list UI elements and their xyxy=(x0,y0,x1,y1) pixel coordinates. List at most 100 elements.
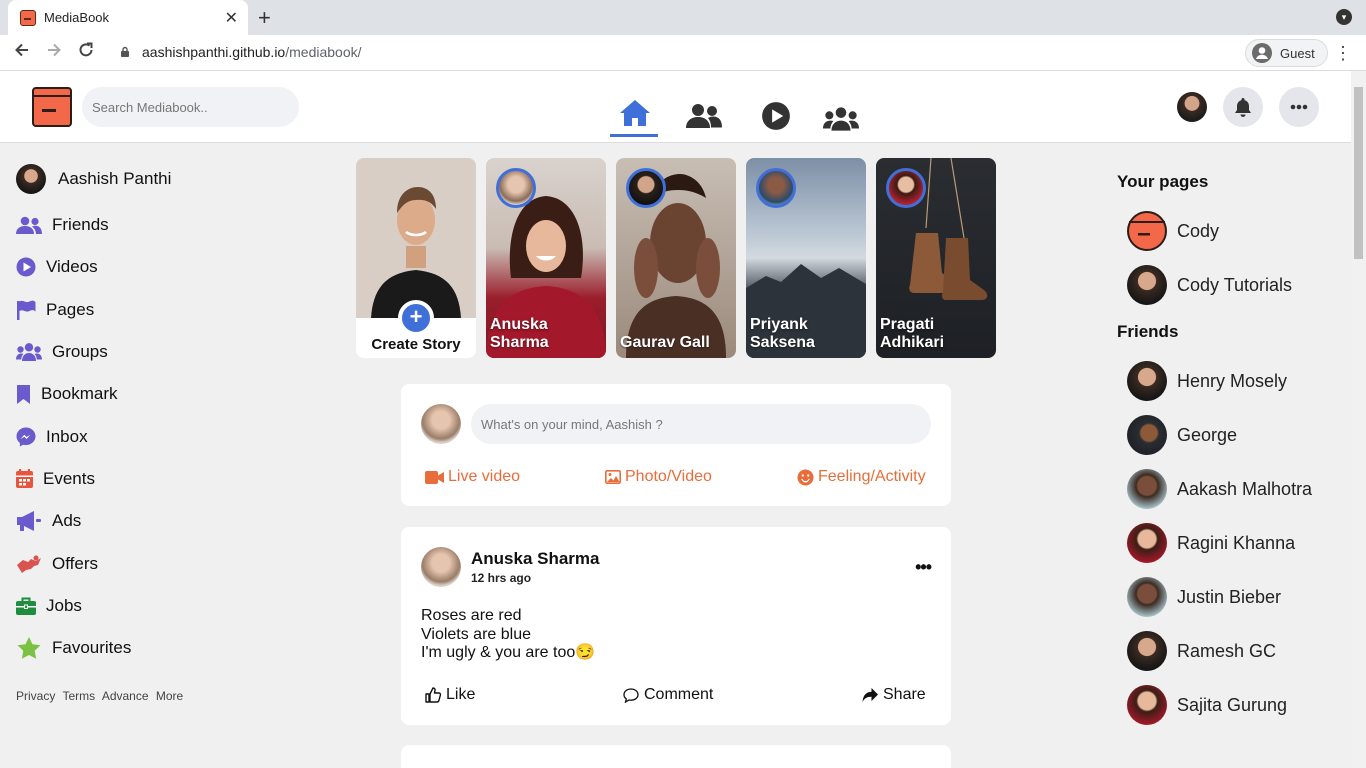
friends-icon[interactable] xyxy=(686,101,722,131)
sidebar-profile[interactable]: Aashish Panthi xyxy=(16,160,256,197)
sidebar-item-favourites[interactable]: Favourites xyxy=(16,627,256,669)
post-text: Roses are red Violets are blue I'm ugly … xyxy=(421,607,595,663)
story-card[interactable]: Gaurav Gall xyxy=(616,158,736,358)
like-button[interactable]: Like xyxy=(425,686,475,704)
url-path: /mediabook/ xyxy=(285,44,362,60)
friend-item[interactable]: Ragini Khanna xyxy=(1117,516,1337,570)
create-story-photo xyxy=(356,158,476,318)
notifications-button[interactable] xyxy=(1223,87,1263,127)
sidebar-item-friends[interactable]: Friends xyxy=(16,204,256,246)
reload-icon[interactable] xyxy=(77,41,95,64)
post-options-icon[interactable]: ••• xyxy=(915,557,932,578)
back-icon[interactable] xyxy=(13,41,31,64)
share-button[interactable]: Share xyxy=(862,686,926,704)
share-icon xyxy=(862,687,878,702)
live-video-button[interactable]: Live video xyxy=(425,468,520,486)
add-story-button[interactable]: + xyxy=(398,300,434,336)
page-item[interactable]: Cody xyxy=(1117,204,1337,258)
sidebar-item-videos[interactable]: Videos xyxy=(16,246,256,288)
url-field[interactable]: aashishpanthi.github.io/mediabook/ xyxy=(142,44,362,60)
footer-link-terms[interactable]: Terms xyxy=(62,689,95,703)
new-tab-button[interactable]: + xyxy=(258,5,271,31)
friends-icon xyxy=(16,213,42,237)
sidebar-item-label: Ads xyxy=(52,511,82,531)
status-input[interactable] xyxy=(471,404,931,444)
friend-item[interactable]: Henry Mosely xyxy=(1117,354,1337,408)
story-avatar xyxy=(756,168,796,208)
groups-icon xyxy=(16,340,42,364)
story-card[interactable]: Priyank Saksena xyxy=(746,158,866,358)
friend-avatar xyxy=(1127,631,1167,671)
feeling-activity-label: Feeling/Activity xyxy=(818,468,926,485)
friend-item[interactable]: Ramesh GC xyxy=(1117,624,1337,678)
sidebar-item-label: Pages xyxy=(46,299,95,319)
footer-link-more[interactable]: More xyxy=(156,689,183,703)
tab-close-icon[interactable]: ✕ xyxy=(225,8,238,28)
friend-item[interactable]: Sajita Gurung xyxy=(1117,678,1337,732)
story-avatar xyxy=(496,168,536,208)
groups-icon[interactable] xyxy=(823,104,859,134)
sidebar-item-label: Jobs xyxy=(46,595,82,615)
tab-search-icon[interactable]: ▾ xyxy=(1336,9,1352,25)
story-name: Priyank Saksena xyxy=(750,316,815,351)
sidebar-item-label: Friends xyxy=(52,215,109,235)
sidebar-item-pages[interactable]: Pages xyxy=(16,289,256,331)
profile-button[interactable]: Guest xyxy=(1245,39,1328,67)
share-label: Share xyxy=(883,686,926,703)
tab-title: MediaBook xyxy=(44,10,110,25)
page-avatar xyxy=(1127,265,1167,305)
your-pages-heading: Your pages xyxy=(1117,172,1209,191)
watch-icon[interactable] xyxy=(758,101,794,131)
browser-tab-strip: MediaBook ✕ + ▾ xyxy=(0,0,1366,35)
sidebar-item-jobs[interactable]: Jobs xyxy=(16,585,256,627)
story-avatar xyxy=(626,168,666,208)
sidebar-item-offers[interactable]: Offers xyxy=(16,542,256,584)
comment-button[interactable]: Comment xyxy=(623,686,713,704)
friend-avatar xyxy=(1127,361,1167,401)
friend-avatar xyxy=(1127,685,1167,725)
sidebar-item-groups[interactable]: Groups xyxy=(16,331,256,373)
mediabook-logo[interactable] xyxy=(32,87,72,127)
lock-icon xyxy=(121,46,129,57)
story-name: Gaurav Gall xyxy=(620,334,710,351)
browser-tab[interactable]: MediaBook ✕ xyxy=(8,0,248,35)
friend-item[interactable]: Justin Bieber xyxy=(1117,570,1337,624)
feeling-activity-button[interactable]: Feeling/Activity xyxy=(797,468,926,486)
video-camera-icon xyxy=(425,470,444,484)
sidebar-item-inbox[interactable]: Inbox xyxy=(16,415,256,457)
like-label: Like xyxy=(446,686,476,703)
browser-menu-icon[interactable]: ⋮ xyxy=(1334,43,1352,64)
scrollbar-thumb[interactable] xyxy=(1354,87,1363,259)
post-author-avatar[interactable] xyxy=(421,547,461,587)
story-avatar xyxy=(886,168,926,208)
offer-icon xyxy=(16,552,42,576)
footer-links: Privacy Terms Advance More xyxy=(16,689,187,703)
play-icon xyxy=(16,255,36,279)
live-video-label: Live video xyxy=(448,468,521,485)
story-name: Anuska Sharma xyxy=(490,316,549,351)
footer-link-privacy[interactable]: Privacy xyxy=(16,689,55,703)
sidebar-item-bookmark[interactable]: Bookmark xyxy=(16,373,256,415)
create-story-label: Create Story xyxy=(371,336,461,353)
friend-item[interactable]: Aakash Malhotra xyxy=(1117,462,1337,516)
sidebar-item-events[interactable]: Events xyxy=(16,458,256,500)
post-text-line: Violets are blue xyxy=(421,625,531,643)
create-story-card[interactable]: + Create Story xyxy=(356,158,476,358)
friend-name: Ragini Khanna xyxy=(1177,532,1296,553)
search-input[interactable] xyxy=(82,87,299,127)
header-avatar[interactable] xyxy=(1177,92,1207,122)
friend-item[interactable]: George xyxy=(1117,408,1337,462)
friend-name: Aakash Malhotra xyxy=(1177,478,1313,499)
home-icon[interactable] xyxy=(617,98,653,128)
forward-icon[interactable] xyxy=(45,41,63,64)
more-options-button[interactable] xyxy=(1279,87,1319,127)
page-scrollbar[interactable] xyxy=(1351,71,1366,768)
post-author-name[interactable]: Anuska Sharma xyxy=(471,549,600,569)
page-item[interactable]: Cody Tutorials xyxy=(1117,258,1337,312)
guest-avatar-icon xyxy=(1252,43,1272,63)
story-card[interactable]: Pragati Adhikari xyxy=(876,158,996,358)
sidebar-item-ads[interactable]: Ads xyxy=(16,500,256,542)
story-card[interactable]: Anuska Sharma xyxy=(486,158,606,358)
photo-video-button[interactable]: Photo/Video xyxy=(605,468,712,486)
footer-link-advance[interactable]: Advance xyxy=(102,689,149,703)
